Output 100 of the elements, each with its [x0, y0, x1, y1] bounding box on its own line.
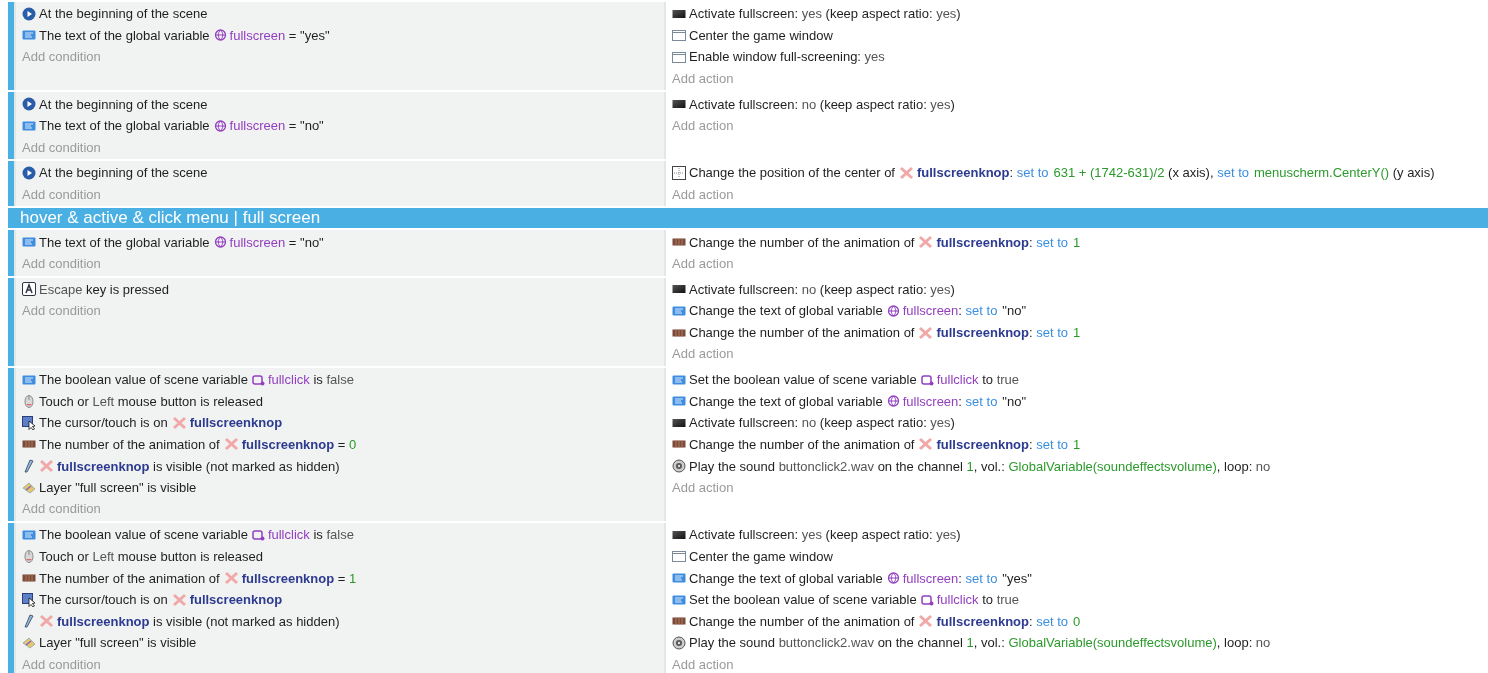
parameter-text: Left [92, 393, 115, 409]
add-condition-link[interactable]: Add condition [22, 183, 101, 206]
event-text: "no" [300, 118, 324, 134]
event-text: mouse button is released [116, 393, 264, 409]
event-text: "no" [1002, 303, 1027, 319]
parameter-text: no [1255, 458, 1271, 474]
event-text: The cursor/touch is on [39, 592, 168, 608]
event-text: The cursor/touch is on [39, 415, 168, 431]
mouse-icon [22, 549, 36, 564]
event-text: Layer "full screen" is visible [39, 635, 197, 651]
parameter-text: yes [930, 281, 951, 297]
event-text: The number of the animation of [39, 437, 220, 452]
parameter-text: yes [930, 415, 951, 431]
add-condition-link[interactable]: Add condition [22, 653, 101, 673]
value-text: 0 [1073, 613, 1081, 629]
object-name: fullscreenknop [57, 613, 150, 629]
crosshair-icon [672, 165, 686, 180]
parameter-text: true [996, 372, 1020, 388]
speaker-icon [672, 459, 686, 474]
sprite-icon [223, 571, 239, 586]
event-text: Enable window full-screening: [689, 49, 862, 65]
add-condition-link[interactable]: Add condition [22, 498, 101, 521]
add-action-link[interactable]: Add action [672, 114, 734, 137]
add-action-link[interactable]: Add action [672, 252, 734, 275]
event-text: , vol.: [973, 458, 1006, 474]
parameter-text: true [996, 592, 1020, 608]
object-name: fullscreenknop [189, 415, 283, 431]
variable-icon [672, 394, 686, 409]
event-text: The text of the global variable [39, 118, 210, 134]
event-text: Activate fullscreen: [689, 281, 800, 297]
value-text: 1 [966, 458, 974, 474]
value-text: 1 [1073, 437, 1081, 452]
value-text: 1 [348, 570, 357, 586]
add-condition-link[interactable]: Add condition [22, 46, 101, 68]
sprite-icon [39, 459, 54, 474]
operator-text: set to [1036, 613, 1068, 629]
event-text: : [958, 570, 963, 586]
value-text: 0 [348, 437, 357, 452]
parameter-text: no [801, 96, 817, 112]
event-text: is [312, 527, 324, 543]
window-icon [672, 50, 686, 64]
operator-text: set to [965, 570, 998, 586]
mouse-icon [22, 394, 36, 409]
sprite-icon [171, 415, 187, 430]
sprite-icon [39, 614, 54, 629]
event-text: Change the text of global variable [689, 303, 883, 319]
parameter-text: yes [930, 96, 951, 112]
event-text: = [336, 570, 347, 586]
event-text: Touch or [39, 548, 90, 564]
event-text: on the channel [876, 635, 964, 651]
play-icon [22, 6, 36, 21]
event-text: : [1009, 165, 1015, 181]
variable-name: fullclick [267, 527, 310, 543]
cursor-icon [22, 415, 36, 430]
operator-text: set to [1036, 234, 1068, 250]
event-text: Touch or [39, 393, 90, 409]
event-text: Change the number of the animation of [689, 234, 915, 250]
value-text: menuscherm.CenterY() [1253, 165, 1390, 181]
event-text: ) [950, 415, 955, 431]
add-condition-link[interactable]: Add condition [22, 300, 101, 322]
group-header[interactable]: hover & active & click menu | full screen [8, 208, 1488, 229]
event-text: (keep aspect ratio: [818, 415, 928, 431]
parameter-text: buttonclick2.wav [778, 458, 874, 474]
add-action-link[interactable]: Add action [672, 67, 734, 90]
event-text: Change the text of global variable [689, 570, 883, 586]
speaker-icon [672, 635, 686, 650]
sprite-icon [899, 165, 914, 180]
operator-text: set to [965, 303, 998, 319]
add-condition-link[interactable]: Add condition [22, 252, 101, 275]
add-action-link[interactable]: Add action [672, 343, 734, 365]
keyboard-key-icon [22, 282, 36, 297]
parameter-text: no [1255, 635, 1271, 651]
event-text: The text of the global variable [39, 234, 210, 250]
operator-text: set to [1036, 437, 1068, 452]
sprite-icon [918, 614, 934, 629]
globe-icon [886, 394, 900, 409]
event-text: Set the boolean value of scene variable [689, 372, 917, 388]
sprite-icon [918, 235, 934, 250]
window-icon [672, 549, 686, 564]
variable-name: fullscreen [229, 27, 286, 43]
event-text: key is pressed [85, 281, 170, 297]
event-text: Activate fullscreen: [689, 96, 800, 112]
add-action-link[interactable]: Add action [672, 476, 734, 499]
add-condition-link[interactable]: Add condition [22, 136, 101, 159]
eraser-icon [22, 480, 36, 495]
parameter-text: yes [801, 6, 822, 22]
object-name: fullscreenknop [241, 437, 335, 452]
parameter-text: yes [936, 6, 957, 22]
add-action-link[interactable]: Add action [672, 653, 734, 673]
add-action-link[interactable]: Add action [672, 183, 734, 206]
scene-variable-icon [920, 592, 934, 607]
event-text: Play the sound [689, 458, 776, 474]
sprite-icon [918, 437, 934, 452]
object-name: fullscreenknop [241, 570, 335, 586]
event-text: = [287, 118, 298, 134]
globe-icon [213, 28, 227, 43]
event-text: ) [950, 281, 955, 297]
variable-name: fullscreen [229, 118, 286, 134]
event-text: (y axis) [1391, 165, 1435, 181]
operator-text: set to [965, 393, 998, 409]
